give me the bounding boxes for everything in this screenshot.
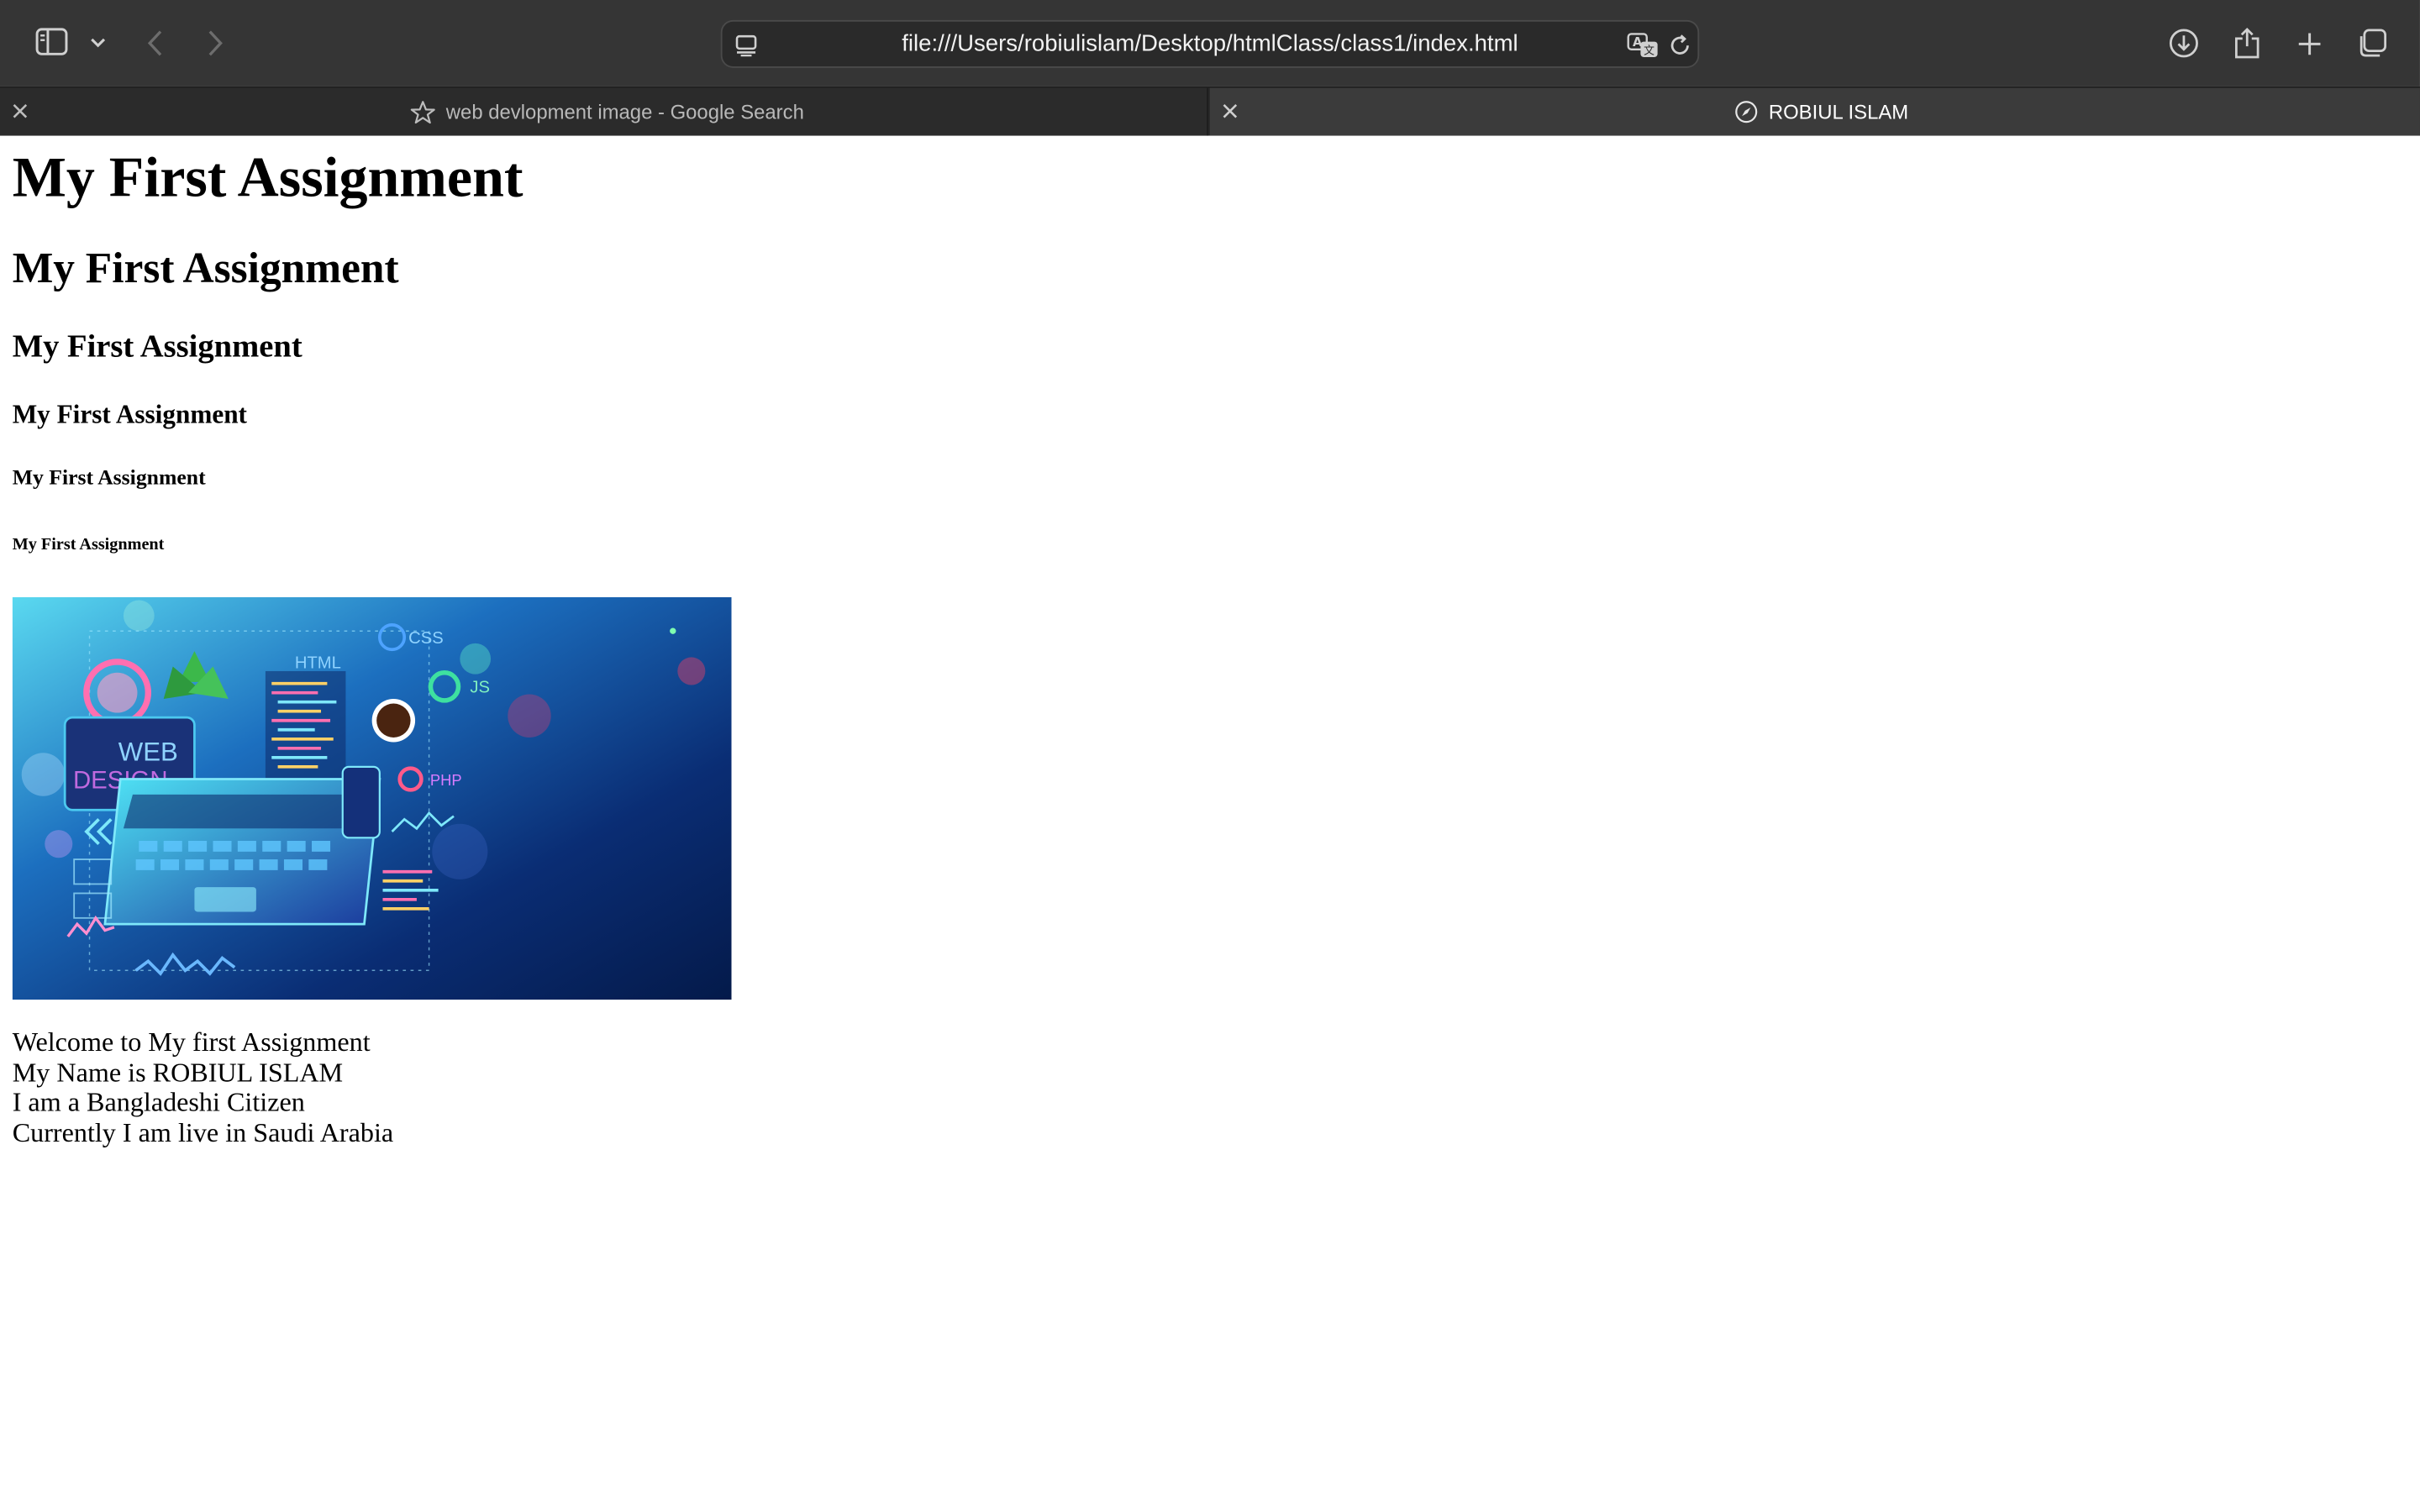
heading-3: My First Assignment — [12, 327, 302, 365]
tab-label-group: ROBIUL ISLAM — [1734, 88, 1908, 136]
sidebar-icon[interactable] — [34, 26, 67, 57]
tab-robiul-islam[interactable]: ROBIUL ISLAM — [1209, 87, 2420, 136]
heading-6: My First Assignment — [12, 535, 165, 554]
tab-label-group: web devlopment image - Google Search — [410, 88, 804, 136]
intro-text: Welcome to My first Assignment My Name i… — [12, 1026, 394, 1148]
browser-window: file:///Users/robiulislam/Desktop/htmlCl… — [0, 0, 2420, 1512]
compass-icon — [1734, 100, 1758, 123]
residence-line: Currently I am live in Saudi Arabia — [12, 1116, 394, 1148]
back-icon[interactable] — [140, 26, 168, 60]
tab-close-icon[interactable] — [9, 100, 31, 122]
address-bar[interactable]: file:///Users/robiulislam/Desktop/htmlCl… — [720, 19, 1700, 68]
translate-icon[interactable]: A 文 — [1625, 29, 1659, 60]
tab-google-search[interactable]: web devlopment image - Google Search — [0, 87, 1209, 136]
tab-title: web devlopment image - Google Search — [445, 100, 804, 123]
citizenship-line: I am a Bangladeshi Citizen — [12, 1086, 305, 1118]
url-text[interactable]: file:///Users/robiulislam/Desktop/htmlCl… — [723, 22, 1698, 66]
name-line: My Name is ROBIUL ISLAM — [12, 1056, 344, 1088]
web-development-image: WEB DESIGN HTML — [12, 596, 732, 1000]
chevron-down-icon[interactable] — [87, 33, 108, 55]
star-icon — [410, 99, 435, 123]
heading-5: My First Assignment — [12, 467, 206, 491]
web-label: WEB — [118, 737, 178, 766]
html-label: HTML — [295, 654, 341, 672]
tab-bar: web devlopment image - Google Search ROB… — [0, 86, 2420, 136]
heading-4: My First Assignment — [12, 399, 247, 429]
tab-title: ROBIUL ISLAM — [1768, 100, 1909, 123]
forward-icon[interactable] — [201, 26, 229, 60]
heading-2: My First Assignment — [12, 245, 399, 293]
heading-1: My First Assignment — [12, 146, 523, 210]
download-icon[interactable] — [2167, 26, 2201, 60]
web-page: My First Assignment My First Assignment … — [0, 135, 2420, 1512]
svg-text:文: 文 — [1643, 44, 1654, 56]
reload-icon[interactable] — [1665, 31, 1693, 59]
php-label: PHP — [430, 771, 462, 789]
tab-overview-icon[interactable] — [2355, 26, 2389, 60]
share-icon[interactable] — [2232, 24, 2263, 61]
tab-close-icon[interactable] — [1219, 100, 1241, 122]
css-label: CSS — [408, 629, 444, 648]
new-tab-icon[interactable] — [2293, 28, 2324, 59]
welcome-line: Welcome to My first Assignment — [12, 1026, 371, 1058]
js-label: JS — [470, 679, 490, 697]
browser-toolbar: file:///Users/robiulislam/Desktop/htmlCl… — [0, 0, 2420, 87]
